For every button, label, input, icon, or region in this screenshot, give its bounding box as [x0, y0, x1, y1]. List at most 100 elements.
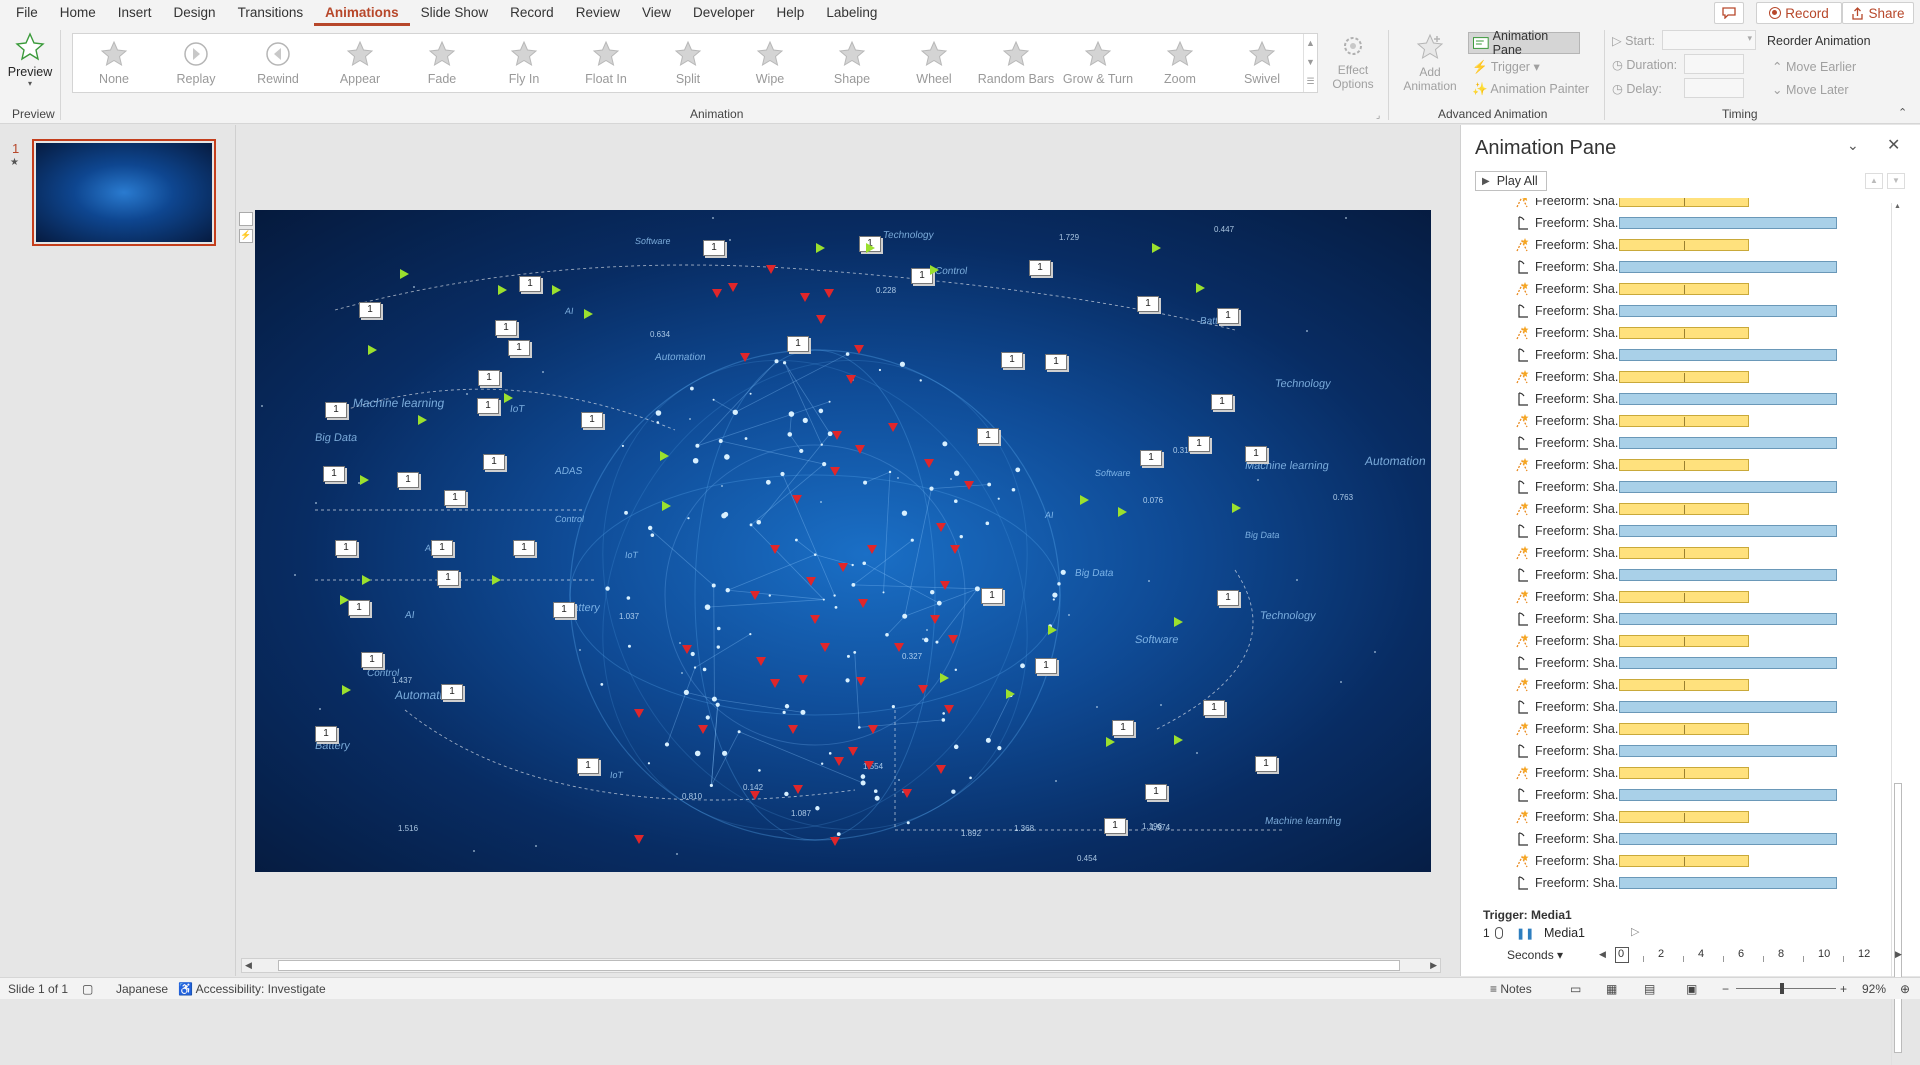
- animation-list-item[interactable]: Freeform: Sha...: [1461, 718, 1901, 740]
- animation-order-marker[interactable]: 1: [977, 428, 999, 444]
- effect-random-bars[interactable]: Random Bars: [975, 34, 1057, 92]
- animation-list-item[interactable]: Freeform: Sha...: [1461, 674, 1901, 696]
- timeline-bar-path[interactable]: [1619, 833, 1837, 845]
- animation-list-item[interactable]: Freeform: Sha...: [1461, 476, 1901, 498]
- timeline-bar-motion[interactable]: [1619, 679, 1749, 691]
- timeline-bar-motion[interactable]: [1619, 547, 1749, 559]
- slide-thumbnail[interactable]: [32, 139, 216, 246]
- menu-transitions[interactable]: Transitions: [227, 0, 315, 26]
- menu-help[interactable]: Help: [766, 0, 816, 26]
- animation-order-marker[interactable]: 1: [1035, 658, 1057, 674]
- gallery-more-icon[interactable]: ☰: [1304, 72, 1317, 91]
- menu-file[interactable]: File: [0, 0, 49, 26]
- animation-order-marker[interactable]: 1: [981, 588, 1003, 604]
- animation-list-item[interactable]: Freeform: Sha...: [1461, 762, 1901, 784]
- animation-list-item[interactable]: Freeform: Sha...: [1461, 784, 1901, 806]
- timeline-bar-motion[interactable]: [1619, 327, 1749, 339]
- timeline-bar-motion[interactable]: [1619, 283, 1749, 295]
- animation-list-item[interactable]: Freeform: Sha...: [1461, 586, 1901, 608]
- animation-order-marker[interactable]: 1: [1104, 818, 1126, 834]
- animation-order-marker[interactable]: 1: [444, 490, 466, 506]
- animation-list-item[interactable]: Freeform: Sha...: [1461, 212, 1901, 234]
- animation-painter-button[interactable]: ✨ Animation Painter: [1472, 82, 1589, 97]
- animation-list-item[interactable]: Freeform: Sha...: [1461, 234, 1901, 256]
- scroll-up-icon[interactable]: ▲: [1304, 34, 1317, 53]
- scroll-thumb[interactable]: [1894, 783, 1902, 1053]
- timeline-bar-path[interactable]: [1619, 305, 1837, 317]
- comments-button[interactable]: [1714, 2, 1744, 24]
- lightning-trigger-icon[interactable]: ⚡: [239, 229, 253, 243]
- animation-order-marker[interactable]: 1: [495, 320, 517, 336]
- animation-order-marker[interactable]: 1: [325, 402, 347, 418]
- menu-labeling[interactable]: Labeling: [815, 0, 888, 26]
- list-scrollbar[interactable]: ▲: [1891, 203, 1903, 1065]
- effect-wipe[interactable]: Wipe: [729, 34, 811, 92]
- dialog-launcher-icon[interactable]: ⌟: [1376, 110, 1380, 121]
- animation-order-marker[interactable]: 1: [1217, 308, 1239, 324]
- menu-record[interactable]: Record: [499, 0, 565, 26]
- animation-order-marker[interactable]: 1: [477, 398, 499, 414]
- effect-rewind[interactable]: Rewind: [237, 34, 319, 92]
- timeline-bar-path[interactable]: [1619, 789, 1837, 801]
- effect-none[interactable]: None: [73, 34, 155, 92]
- animation-order-marker[interactable]: 1: [478, 370, 500, 386]
- slide[interactable]: SoftwareTechnologyControlAIMachine learn…: [255, 210, 1431, 872]
- animation-order-marker[interactable]: 1: [437, 570, 459, 586]
- animation-order-marker[interactable]: 1: [361, 652, 383, 668]
- animation-order-marker[interactable]: 1: [1245, 446, 1267, 462]
- effect-fly-in[interactable]: Fly In: [483, 34, 565, 92]
- animation-list-item[interactable]: Freeform: Sha...: [1461, 300, 1901, 322]
- animation-list-item[interactable]: Freeform: Sha...: [1461, 872, 1901, 894]
- timeline-bar-path[interactable]: [1619, 613, 1837, 625]
- scroll-left-icon[interactable]: ◀: [245, 959, 252, 972]
- animation-order-marker[interactable]: 1: [1203, 700, 1225, 716]
- scroll-up-icon[interactable]: ▲: [1892, 203, 1903, 210]
- animation-order-marker[interactable]: 1: [359, 302, 381, 318]
- timeline-bar-motion[interactable]: [1619, 459, 1749, 471]
- effect-split[interactable]: Split: [647, 34, 729, 92]
- animation-order-marker[interactable]: 1: [513, 540, 535, 556]
- timeline-bar-path[interactable]: [1619, 569, 1837, 581]
- move-later-button[interactable]: ⌄ Move Later: [1772, 82, 1848, 97]
- delay-spinner[interactable]: [1684, 78, 1744, 98]
- animation-order-marker[interactable]: 1: [348, 600, 370, 616]
- add-animation-button[interactable]: Add Animation: [1400, 32, 1460, 93]
- animation-order-marker[interactable]: 1: [315, 726, 337, 742]
- animation-order-marker[interactable]: 1: [1217, 590, 1239, 606]
- gallery-scroll[interactable]: ▲ ▼ ☰: [1303, 34, 1317, 92]
- animation-list-item[interactable]: Freeform: Sha...: [1461, 520, 1901, 542]
- scroll-down-icon[interactable]: ▼: [1304, 53, 1317, 72]
- timeline-bar-motion[interactable]: [1619, 415, 1749, 427]
- slide-tab-marker[interactable]: [239, 212, 253, 226]
- animation-order-marker[interactable]: 1: [508, 340, 530, 356]
- timeline-bar-path[interactable]: [1619, 437, 1837, 449]
- animation-list-item[interactable]: Freeform: Sha...: [1461, 630, 1901, 652]
- pane-options-icon[interactable]: ⌄: [1847, 137, 1859, 154]
- animation-order-marker[interactable]: 1: [519, 276, 541, 292]
- animation-order-marker[interactable]: 1: [397, 472, 419, 488]
- slideshow-icon[interactable]: ▣: [1686, 982, 1697, 996]
- animation-order-marker[interactable]: 1: [323, 466, 345, 482]
- animation-list-item[interactable]: Freeform: Sha...: [1461, 410, 1901, 432]
- menu-developer[interactable]: Developer: [682, 0, 766, 26]
- animation-list-item[interactable]: Freeform: Sha...: [1461, 696, 1901, 718]
- scroll-right-icon[interactable]: ▶: [1430, 959, 1437, 972]
- timeline-bar-motion[interactable]: [1619, 811, 1749, 823]
- normal-view-icon[interactable]: ▭: [1570, 982, 1581, 996]
- timeline-bar-motion[interactable]: [1619, 723, 1749, 735]
- notes-button[interactable]: ≡ Notes: [1490, 982, 1532, 996]
- animation-list-item[interactable]: Freeform: Sha...: [1461, 366, 1901, 388]
- animation-list-item[interactable]: Freeform: Sha...: [1461, 740, 1901, 762]
- animation-order-marker[interactable]: 1: [1255, 756, 1277, 772]
- timeline-bar-path[interactable]: [1619, 261, 1837, 273]
- effect-float-in[interactable]: Float In: [565, 34, 647, 92]
- animation-order-marker[interactable]: 1: [1001, 352, 1023, 368]
- move-up-icon[interactable]: ▲: [1865, 173, 1883, 189]
- record-button[interactable]: Record: [1756, 2, 1842, 24]
- effect-wheel[interactable]: Wheel: [893, 34, 975, 92]
- timeline-bar-motion[interactable]: [1619, 239, 1749, 251]
- timeline-bar-path[interactable]: [1619, 877, 1837, 889]
- animation-order-marker[interactable]: 1: [431, 540, 453, 556]
- animation-list-item[interactable]: Freeform: Sha...: [1461, 498, 1901, 520]
- duration-spinner[interactable]: [1684, 54, 1744, 74]
